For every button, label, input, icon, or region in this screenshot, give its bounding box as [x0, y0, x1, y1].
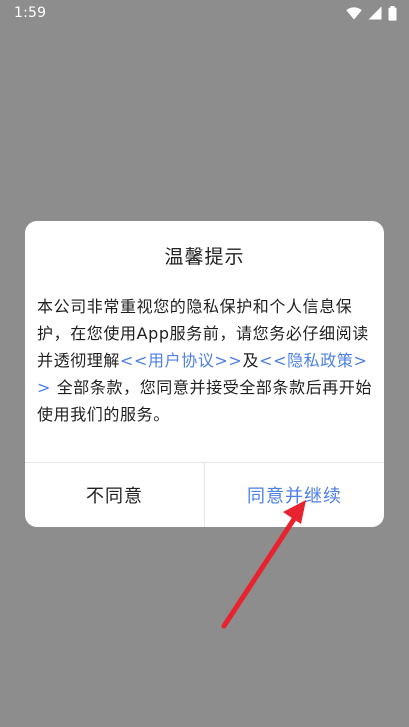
- status-bar: 1:59: [0, 0, 409, 26]
- body-text-outro: 全部条款，您同意并接受全部条款后再开始使用我们的服务。: [37, 378, 373, 424]
- agree-and-continue-button[interactable]: 同意并继续: [205, 463, 384, 527]
- cellular-signal-icon: [368, 6, 382, 20]
- battery-icon: [388, 5, 397, 21]
- privacy-dialog: 温馨提示 本公司非常重视您的隐私保护和个人信息保护，在您使用App服务前，请您务…: [25, 221, 384, 527]
- user-agreement-link[interactable]: <<用户协议>>: [120, 351, 242, 370]
- status-icons: [346, 5, 397, 21]
- body-text-and: 及: [242, 351, 260, 370]
- dialog-title: 温馨提示: [164, 246, 245, 268]
- wifi-icon: [346, 6, 362, 20]
- disagree-button[interactable]: 不同意: [25, 463, 204, 527]
- dialog-body: 本公司非常重视您的隐私保护和个人信息保护，在您使用App服务前，请您务必仔细阅读…: [37, 293, 373, 428]
- status-time: 1:59: [14, 5, 47, 21]
